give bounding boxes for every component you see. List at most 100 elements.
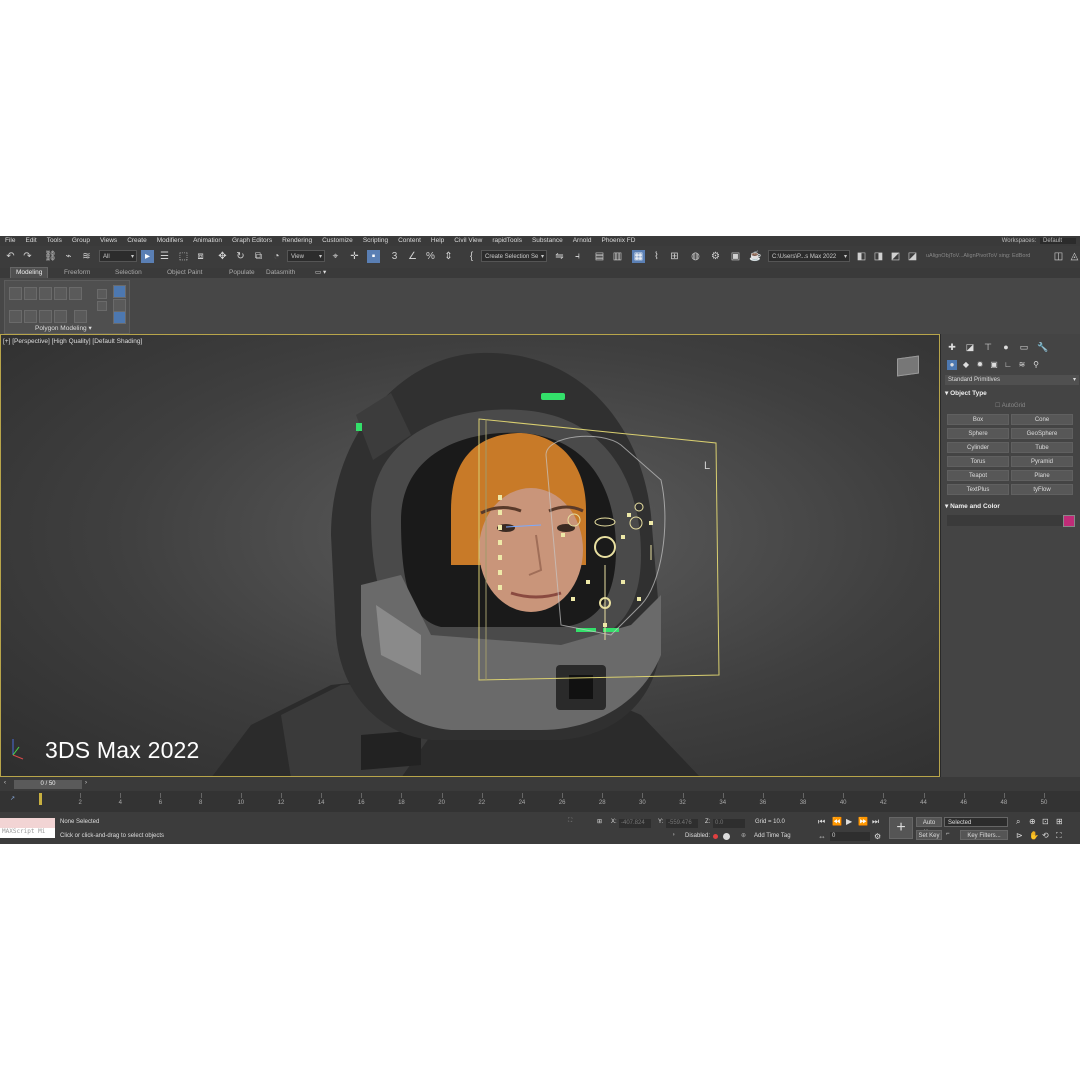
set-key-big-icon[interactable]: + [889, 817, 913, 839]
key-selection-dropdown[interactable]: Selected [944, 817, 1008, 827]
vertex-subobject-icon[interactable] [9, 287, 22, 300]
adaptive-degradation-icon[interactable]: ◗ [672, 832, 676, 838]
element-subobject-icon[interactable] [69, 287, 82, 300]
play-icon[interactable]: ▶ [846, 817, 852, 826]
time-configuration-icon[interactable]: ⚙ [874, 832, 881, 841]
mini-curve-editor-icon[interactable]: ↗ [10, 795, 15, 802]
tab-modeling[interactable]: Modeling [10, 267, 49, 278]
menu-arnold[interactable]: Arnold [568, 236, 597, 246]
cameras-icon[interactable]: ▣ [989, 360, 999, 370]
orbit-icon[interactable]: ⟲ [1042, 831, 1049, 840]
menu-graph-editors[interactable]: Graph Editors [227, 236, 277, 246]
torus-button[interactable]: Torus [947, 456, 1009, 467]
edge-subobject-icon[interactable] [24, 287, 37, 300]
object-color-swatch[interactable] [1063, 515, 1075, 527]
ribbon-options-icon[interactable]: ▭ ▾ [315, 268, 326, 278]
script-button-5-icon[interactable]: ◫ [1052, 250, 1065, 263]
cone-button[interactable]: Cone [1011, 414, 1073, 425]
menu-phoenix-fd[interactable]: Phoenix FD [596, 236, 640, 246]
select-object-icon[interactable]: ▸ [141, 250, 154, 263]
add-time-tag-icon[interactable]: ⊕ [741, 832, 746, 839]
menu-edit[interactable]: Edit [20, 236, 41, 246]
rectangular-selection-icon[interactable]: ⬚ [177, 250, 190, 263]
menu-scripting[interactable]: Scripting [358, 236, 393, 246]
current-frame-marker[interactable] [39, 793, 42, 805]
geometry-category-dropdown[interactable]: Standard Primitives ▾ [945, 375, 1079, 385]
move-icon[interactable]: ✥ [216, 250, 229, 263]
ribbon-tool-1-icon[interactable] [9, 310, 22, 323]
rotate-icon[interactable]: ↻ [234, 250, 247, 263]
tab-datasmith[interactable]: Datasmith [266, 268, 295, 278]
isolate-selection-icon[interactable]: ⛶ [568, 818, 572, 825]
key-mode-icon[interactable]: ⇔ [818, 832, 826, 841]
workspace-dropdown[interactable]: Default [1039, 238, 1076, 244]
scene-explorer-icon[interactable]: ▤ [593, 250, 606, 263]
snaps-toggle-icon[interactable]: 3 [388, 250, 401, 263]
layer-explorer-icon[interactable]: ▥ [611, 250, 624, 263]
prev-frame-icon[interactable]: ⏪ [832, 817, 842, 826]
edit-named-selection-icon[interactable]: { [465, 250, 478, 263]
tab-populate[interactable]: Populate [229, 268, 255, 278]
redo-icon[interactable]: ↷ [21, 250, 34, 263]
lights-icon[interactable]: ✹ [975, 360, 985, 370]
toggle-ribbon-icon[interactable]: ▦ [632, 250, 645, 263]
named-selection-set-dropdown[interactable]: Create Selection Se [481, 250, 547, 262]
menu-content[interactable]: Content [393, 236, 426, 246]
motion-tab-icon[interactable]: ● [1001, 342, 1011, 352]
modify-tab-icon[interactable]: ◪ [965, 342, 975, 352]
ribbon-tool-7-icon[interactable] [97, 301, 107, 311]
helpers-icon[interactable]: ∟ [1003, 360, 1013, 370]
time-tag-icon[interactable] [723, 833, 730, 840]
auto-key-button[interactable]: Auto Key [916, 817, 942, 836]
sphere-button[interactable]: Sphere [947, 428, 1009, 439]
record-indicator-icon[interactable] [713, 834, 718, 839]
absolute-mode-icon[interactable]: ⊞ [597, 818, 602, 825]
teapot-button[interactable]: Teapot [947, 470, 1009, 481]
y-coordinate-field[interactable]: -559.476 [666, 819, 698, 828]
zoom-extents-all-icon[interactable]: ⊞ [1056, 817, 1063, 826]
menu-rendering[interactable]: Rendering [277, 236, 317, 246]
render-setup-icon[interactable]: ⚙ [709, 250, 722, 263]
undo-icon[interactable]: ↶ [4, 250, 17, 263]
keyboard-shortcut-override-icon[interactable]: ▪ [367, 250, 380, 263]
time-slider-prev-icon[interactable]: ‹ [4, 780, 6, 786]
time-slider-next-icon[interactable]: › [85, 780, 87, 786]
display-tab-icon[interactable]: ▭ [1019, 342, 1029, 352]
box-button[interactable]: Box [947, 414, 1009, 425]
zoom-all-icon[interactable]: ⊕ [1029, 817, 1036, 826]
angle-snap-icon[interactable]: ∠ [406, 250, 419, 263]
cylinder-button[interactable]: Cylinder [947, 442, 1009, 453]
script-button-4-icon[interactable]: ◪ [906, 250, 919, 263]
select-by-name-icon[interactable]: ☰ [158, 250, 171, 263]
bind-spacewarp-icon[interactable]: ≋ [80, 250, 93, 263]
spacewarps-icon[interactable]: ≋ [1017, 360, 1027, 370]
schematic-view-icon[interactable]: ⊞ [668, 250, 681, 263]
project-path-dropdown[interactable]: C:\Users\P...s Max 2022 [768, 250, 850, 262]
curve-editor-icon[interactable]: ⌇ [650, 250, 663, 263]
ribbon-tool-4-icon[interactable] [54, 310, 67, 323]
shapes-icon[interactable]: ◆ [961, 360, 971, 370]
menu-file[interactable]: File [0, 236, 20, 246]
link-icon[interactable]: ⛓ [44, 250, 57, 263]
track-bar[interactable]: ↗ 2 4 6 8 10 12 14 16 18 20 22 24 26 28 30 32 34 36 38 40 42… [0, 791, 1080, 812]
tab-object-paint[interactable]: Object Paint [167, 268, 202, 278]
tab-selection[interactable]: Selection [115, 268, 142, 278]
ribbon-tool-8-icon[interactable] [113, 285, 126, 298]
add-time-tag-label[interactable]: Add Time Tag [754, 833, 791, 839]
scale-icon[interactable]: ⧉ [252, 250, 265, 263]
zoom-extents-icon[interactable]: ⊡ [1042, 817, 1049, 826]
ribbon-tool-5-icon[interactable] [74, 310, 87, 323]
object-name-field[interactable] [947, 515, 1065, 526]
geometry-icon[interactable]: ● [947, 360, 957, 370]
mirror-icon[interactable]: ⇋ [553, 250, 566, 263]
script-button-1-icon[interactable]: ◧ [855, 250, 868, 263]
utilities-tab-icon[interactable]: 🔧 [1037, 342, 1048, 352]
tab-freeform[interactable]: Freeform [64, 268, 90, 278]
time-slider[interactable]: ‹ 0 / 50 › [0, 777, 1080, 791]
tyflow-button[interactable]: tyFlow [1011, 484, 1073, 495]
unlink-icon[interactable]: ⌁ [62, 250, 75, 263]
menu-views[interactable]: Views [95, 236, 122, 246]
placement-icon[interactable]: ◔ [270, 250, 283, 263]
zoom-icon[interactable]: ⌕ [1016, 817, 1020, 827]
create-tab-icon[interactable]: ✚ [947, 342, 957, 352]
